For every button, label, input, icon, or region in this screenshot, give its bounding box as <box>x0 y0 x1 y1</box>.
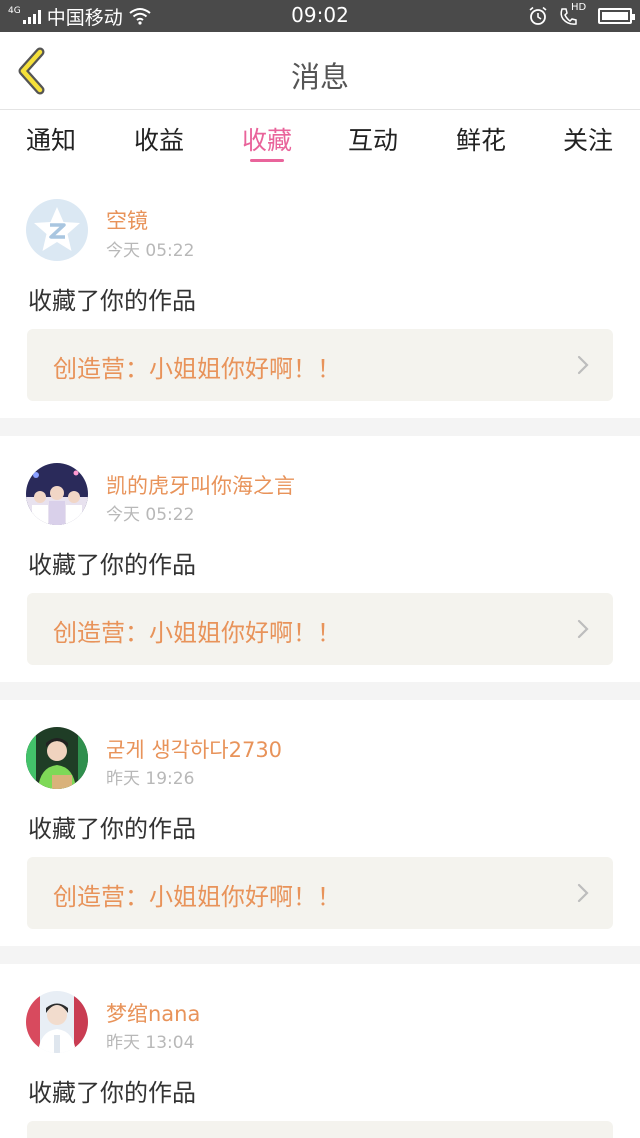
timestamp: 今天 05:22 <box>106 241 195 261</box>
username[interactable]: 空镜 <box>106 205 148 235</box>
tab-flowers[interactable]: 鲜花 <box>431 121 531 157</box>
status-bar: 4G 中国移动 09:02 HD <box>0 0 640 32</box>
chevron-right-icon <box>577 619 589 639</box>
work-link[interactable] <box>27 1121 613 1138</box>
action-text: 收藏了你的作品 <box>28 287 196 315</box>
page-title: 消息 <box>290 60 349 94</box>
tab-favorites[interactable]: 收藏 <box>217 121 317 157</box>
action-text: 收藏了你的作品 <box>28 815 196 843</box>
work-link[interactable]: 创造营：小姐姐你好啊！！ <box>27 857 613 929</box>
tab-bar: 通知 收益 收藏 互动 鲜花 关注 <box>0 111 640 169</box>
message-card: 굳게 생각하다2730 昨天 19:26 收藏了你的作品 创造营：小姐姐你好啊！… <box>0 700 640 946</box>
action-text: 收藏了你的作品 <box>28 1079 196 1107</box>
card-divider <box>0 946 640 964</box>
work-title: 创造营：小姐姐你好啊！！ <box>53 355 341 383</box>
work-link[interactable]: 创造营：小姐姐你好啊！！ <box>27 593 613 665</box>
tab-notifications[interactable]: 通知 <box>1 121 101 157</box>
hd-label: HD <box>571 2 587 13</box>
battery-level <box>602 12 628 20</box>
work-title: 创造营：小姐姐你好啊！！ <box>53 619 341 647</box>
active-tab-indicator <box>250 159 284 162</box>
message-card: 空镜 今天 05:22 收藏了你的作品 创造营：小姐姐你好啊！！ <box>0 170 640 418</box>
username[interactable]: 凯的虎牙叫你海之言 <box>106 470 295 500</box>
timestamp: 昨天 13:04 <box>106 1033 195 1053</box>
status-right: HD <box>518 2 635 28</box>
work-title: 创造营：小姐姐你好啊！！ <box>53 883 341 911</box>
battery-icon <box>598 8 635 24</box>
tab-interactions[interactable]: 互动 <box>323 121 423 157</box>
work-link[interactable]: 创造营：小姐姐你好啊！！ <box>27 329 613 401</box>
timestamp: 昨天 19:26 <box>106 769 195 789</box>
chevron-right-icon <box>577 355 589 375</box>
chevron-right-icon <box>577 883 589 903</box>
avatar[interactable] <box>26 991 88 1053</box>
tab-follows[interactable]: 关注 <box>538 121 638 157</box>
alarm-icon <box>529 6 547 25</box>
hd-call-icon: HD <box>558 2 587 27</box>
action-text: 收藏了你的作品 <box>28 551 196 579</box>
avatar[interactable] <box>26 463 88 525</box>
avatar[interactable] <box>26 727 88 789</box>
message-card: 凯的虎牙叫你海之言 今天 05:22 收藏了你的作品 创造营：小姐姐你好啊！！ <box>0 436 640 682</box>
message-card: 梦绾nana 昨天 13:04 收藏了你的作品 <box>0 964 640 1138</box>
avatar[interactable] <box>26 199 88 261</box>
card-divider <box>0 418 640 436</box>
card-divider <box>0 682 640 700</box>
username[interactable]: 梦绾nana <box>106 998 200 1028</box>
nav-bar: 消息 <box>0 32 640 110</box>
timestamp: 今天 05:22 <box>106 505 195 525</box>
tab-earnings[interactable]: 收益 <box>109 121 209 157</box>
username[interactable]: 굳게 생각하다2730 <box>106 734 282 764</box>
